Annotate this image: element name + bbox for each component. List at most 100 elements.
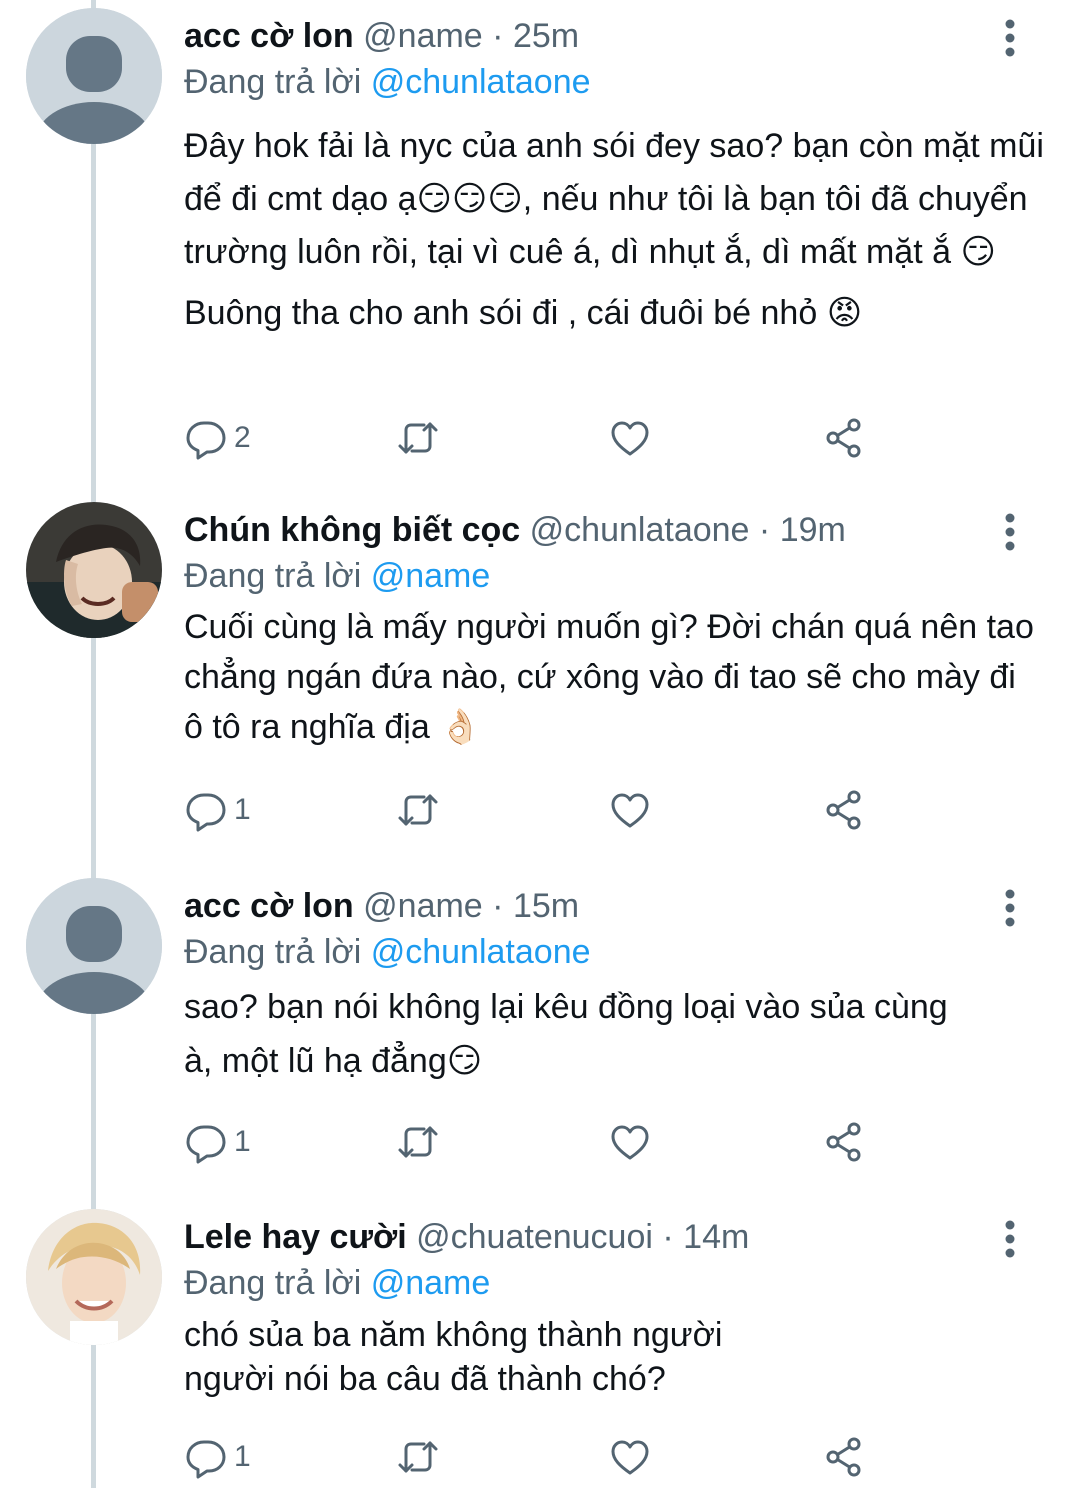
display-name[interactable]: acc cờ lon	[184, 887, 354, 925]
handle[interactable]: @name	[363, 17, 483, 55]
retweet-button[interactable]	[396, 1120, 440, 1164]
tweet[interactable]: Chún không biết cọc @chunlataone · 19m Đ…	[0, 502, 1080, 852]
like-button[interactable]	[608, 416, 652, 460]
separator: ·	[758, 511, 771, 549]
share-icon	[826, 1122, 861, 1162]
retweet-button[interactable]	[396, 1435, 440, 1479]
replying-to: Đang trả lời @name	[184, 1263, 490, 1303]
separator: ·	[662, 1218, 674, 1256]
display-name[interactable]: Chún không biết cọc	[184, 511, 520, 549]
replying-to: Đang trả lời @chunlataone	[184, 62, 591, 102]
more-options-button[interactable]	[1000, 888, 1020, 928]
default-avatar-icon	[26, 8, 162, 144]
more-vertical-icon	[1005, 889, 1015, 927]
share-button[interactable]	[822, 788, 866, 832]
tweet-paragraph: chó sủa ba năm không thành người	[184, 1316, 723, 1354]
display-name[interactable]: acc cờ lon	[184, 17, 354, 55]
reply-count: 1	[234, 1125, 251, 1158]
more-options-button[interactable]	[1000, 1219, 1020, 1259]
tweet-text: chó sủa ba năm không thành người người n…	[184, 1313, 1044, 1401]
avatar[interactable]	[26, 878, 162, 1014]
tweet-text: Cuối cùng là mấy người muốn gì? Đời chán…	[184, 602, 1044, 752]
handle[interactable]: @chuatenucuoi	[416, 1218, 653, 1256]
retweet-icon	[398, 1126, 438, 1158]
avatar[interactable]	[26, 1209, 162, 1345]
more-options-button[interactable]	[1000, 512, 1020, 552]
more-options-button[interactable]	[1000, 18, 1020, 58]
replying-to-mention[interactable]: @chunlataone	[371, 933, 591, 971]
display-name[interactable]: Lele hay cười	[184, 1218, 407, 1256]
tweet-actions: 2	[184, 416, 884, 460]
tweet-header: acc cờ lon @name · 25m	[184, 16, 990, 56]
tweet-paragraph: sao? bạn nói không lại kêu đồng loại vào…	[184, 988, 948, 1080]
more-vertical-icon	[1005, 513, 1015, 551]
handle[interactable]: @name	[363, 887, 483, 925]
user-photo-avatar-icon	[26, 502, 162, 638]
timestamp[interactable]: 19m	[780, 511, 846, 549]
reply-button[interactable]: 2	[184, 416, 251, 460]
retweet-button[interactable]	[396, 416, 440, 460]
reply-button[interactable]: 1	[184, 788, 251, 832]
retweet-icon	[398, 422, 438, 454]
reply-button[interactable]: 1	[184, 1435, 251, 1479]
more-vertical-icon	[1005, 19, 1015, 57]
share-icon	[826, 1437, 861, 1477]
replying-to-mention[interactable]: @name	[371, 1264, 491, 1302]
heart-icon	[611, 1440, 649, 1475]
tweet-paragraph: người nói ba câu đã thành chó?	[184, 1360, 666, 1398]
replying-label: Đang trả lời	[184, 1264, 362, 1302]
share-button[interactable]	[822, 1120, 866, 1164]
retweet-icon	[398, 1441, 438, 1473]
replying-to-mention[interactable]: @name	[371, 557, 491, 595]
tweet-paragraph: Cuối cùng là mấy người muốn gì? Đời chán…	[184, 608, 1034, 746]
avatar[interactable]	[26, 502, 162, 638]
replying-label: Đang trả lời	[184, 933, 362, 971]
tweet-header: Chún không biết cọc @chunlataone · 19m	[184, 510, 990, 550]
tweet-text: sao? bạn nói không lại kêu đồng loại vào…	[184, 980, 984, 1088]
reply-bubble-icon	[186, 421, 226, 460]
timestamp[interactable]: 15m	[513, 887, 579, 925]
tweet-actions: 1	[184, 1435, 884, 1479]
more-vertical-icon	[1005, 1220, 1015, 1258]
like-button[interactable]	[608, 1435, 652, 1479]
reply-bubble-icon	[186, 793, 226, 832]
heart-icon	[611, 1125, 649, 1160]
retweet-icon	[398, 794, 438, 826]
separator: ·	[492, 887, 504, 925]
tweet-paragraph: Buông tha cho anh sói đi , cái đuôi bé n…	[184, 294, 863, 332]
reply-count: 1	[234, 793, 251, 826]
separator: ·	[492, 17, 504, 55]
user-photo-avatar-icon	[26, 1209, 162, 1345]
avatar[interactable]	[26, 8, 162, 144]
reply-count: 2	[234, 421, 251, 454]
like-button[interactable]	[608, 1120, 652, 1164]
tweet-actions: 1	[184, 788, 884, 832]
share-icon	[826, 418, 861, 458]
reply-button[interactable]: 1	[184, 1120, 251, 1164]
tweet-actions: 1	[184, 1120, 884, 1164]
reply-bubble-icon	[186, 1440, 226, 1479]
share-button[interactable]	[822, 416, 866, 460]
tweet[interactable]: Lele hay cười @chuatenucuoi · 14m Đang t…	[0, 1209, 1080, 1488]
replying-to: Đang trả lời @name	[184, 556, 490, 596]
heart-icon	[611, 421, 649, 456]
replying-label: Đang trả lời	[184, 557, 362, 595]
like-button[interactable]	[608, 788, 652, 832]
share-button[interactable]	[822, 1435, 866, 1479]
tweet[interactable]: acc cờ lon @name · 15m Đang trả lời @chu…	[0, 878, 1080, 1168]
tweet-paragraph: Đây hok fải là nyc của anh sói đey sao? …	[184, 127, 1044, 271]
handle[interactable]: @chunlataone	[530, 511, 750, 549]
share-icon	[826, 790, 861, 830]
replying-label: Đang trả lời	[184, 63, 362, 101]
tweet-header: acc cờ lon @name · 15m	[184, 886, 990, 926]
default-avatar-icon	[26, 878, 162, 1014]
tweet-text: Đây hok fải là nyc của anh sói đey sao? …	[184, 120, 1044, 340]
timestamp[interactable]: 14m	[683, 1218, 749, 1256]
timestamp[interactable]: 25m	[513, 17, 579, 55]
tweet[interactable]: acc cờ lon @name · 25m Đang trả lời @chu…	[0, 8, 1080, 478]
retweet-button[interactable]	[396, 788, 440, 832]
replying-to-mention[interactable]: @chunlataone	[371, 63, 591, 101]
tweet-header: Lele hay cười @chuatenucuoi · 14m	[184, 1217, 990, 1257]
reply-bubble-icon	[186, 1125, 226, 1164]
reply-count: 1	[234, 1440, 251, 1473]
